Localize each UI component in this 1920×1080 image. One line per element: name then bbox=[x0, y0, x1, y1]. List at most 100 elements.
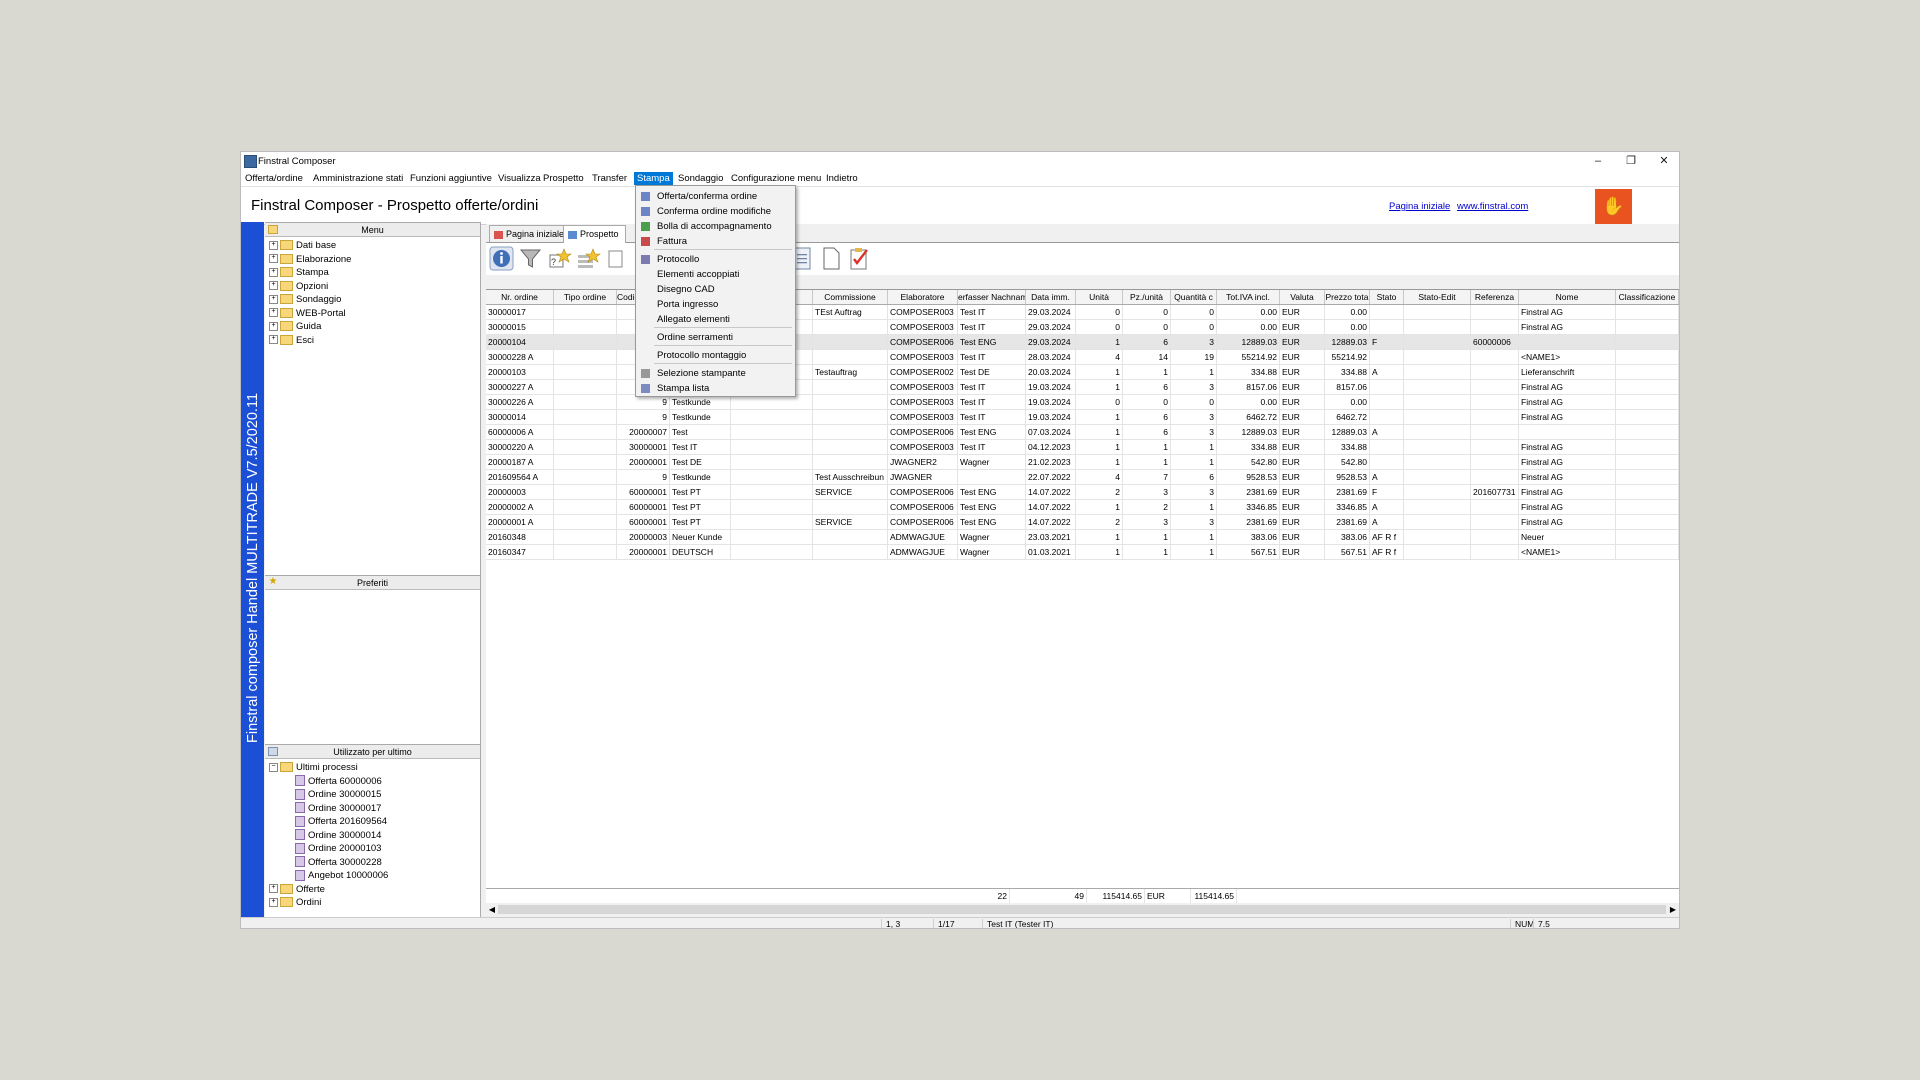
collapse-icon[interactable]: − bbox=[269, 762, 278, 772]
column-header[interactable]: Data imm. bbox=[1026, 290, 1076, 304]
stampa-menu-item[interactable]: Bolla di accompagnamento bbox=[637, 219, 794, 234]
tree-item-opzioni[interactable]: + Opzioni bbox=[269, 280, 351, 294]
blank-page-icon[interactable] bbox=[819, 246, 844, 271]
menu-visualizza[interactable]: Visualizza bbox=[495, 172, 544, 185]
scroll-thumb[interactable] bbox=[498, 905, 1666, 914]
column-header[interactable]: Valuta bbox=[1280, 290, 1325, 304]
table-row[interactable]: 20000002 A 60000001 Test PT COMPOSER006 Test… bbox=[486, 500, 1679, 515]
tree-item-stampa[interactable]: + Stampa bbox=[269, 266, 351, 280]
tab-pagina-iniziale[interactable]: Pagina iniziale bbox=[489, 225, 572, 242]
column-header[interactable]: erfasser Nachnam bbox=[958, 290, 1026, 304]
menu-configurazione-menu[interactable]: Configurazione menu bbox=[728, 172, 824, 185]
table-row[interactable]: 30000220 A 30000001 Test IT COMPOSER003 Test… bbox=[486, 440, 1679, 455]
hand-icon[interactable]: ✋ bbox=[1595, 189, 1632, 224]
tree-item-guida[interactable]: + Guida bbox=[269, 320, 351, 334]
tree-item-ordini[interactable]: + Ordini bbox=[269, 896, 388, 910]
table-row[interactable]: 60000006 A 20000007 Test COMPOSER006 Test EN… bbox=[486, 425, 1679, 440]
recent-item[interactable]: Offerta 30000228 bbox=[269, 856, 388, 870]
menu-transfer[interactable]: Transfer bbox=[589, 172, 630, 185]
stampa-menu-item[interactable]: Offerta/conferma ordine bbox=[637, 189, 794, 204]
stampa-menu-item[interactable]: Conferma ordine modifiche bbox=[637, 204, 794, 219]
restore-button[interactable]: ❐ bbox=[1614, 152, 1648, 171]
stampa-menu-item[interactable]: Fattura bbox=[637, 234, 794, 249]
new-with-help-icon[interactable]: ? bbox=[547, 246, 572, 271]
column-header[interactable]: Referenza bbox=[1471, 290, 1519, 304]
table-row[interactable]: 20000001 A 60000001 Test PT SERVICE COMPOSER… bbox=[486, 515, 1679, 530]
filter-icon[interactable] bbox=[518, 246, 543, 271]
new-list-icon[interactable] bbox=[576, 246, 601, 271]
column-header[interactable]: Elaboratore bbox=[888, 290, 958, 304]
tree-item-sondaggio[interactable]: + Sondaggio bbox=[269, 293, 351, 307]
column-header[interactable]: Stato bbox=[1370, 290, 1404, 304]
expand-icon[interactable]: + bbox=[269, 294, 278, 304]
table-row[interactable]: 30000014 9 Testkunde COMPOSER003 Test IT 19.0… bbox=[486, 410, 1679, 425]
column-header[interactable]: Unità bbox=[1076, 290, 1123, 304]
home-link[interactable]: Pagina iniziale bbox=[1389, 201, 1450, 212]
tree-item-offerte[interactable]: + Offerte bbox=[269, 883, 388, 897]
stampa-menu-item[interactable]: Stampa lista bbox=[637, 381, 794, 396]
expand-icon[interactable]: + bbox=[269, 884, 278, 894]
table-row[interactable]: 30000226 A 9 Testkunde COMPOSER003 Test IT 19… bbox=[486, 395, 1679, 410]
column-header[interactable]: Commissione bbox=[813, 290, 888, 304]
menu-amministrazione-stati[interactable]: Amministrazione stati bbox=[310, 172, 406, 185]
tab-prospetto[interactable]: Prospetto bbox=[563, 225, 626, 243]
recent-item[interactable]: Ordine 30000015 bbox=[269, 788, 388, 802]
stampa-menu-item[interactable]: Protocollo bbox=[637, 252, 794, 267]
stampa-menu-item[interactable]: Porta ingresso bbox=[637, 297, 794, 312]
expand-icon[interactable]: + bbox=[269, 240, 278, 250]
close-button[interactable]: ✕ bbox=[1647, 152, 1679, 171]
minimize-button[interactable]: – bbox=[1581, 152, 1615, 171]
recent-item[interactable]: Offerta 201609564 bbox=[269, 815, 388, 829]
checklist-icon[interactable] bbox=[847, 246, 872, 271]
table-row[interactable]: 201609564 A 9 Testkunde Test Ausschreibun JW… bbox=[486, 470, 1679, 485]
column-header[interactable]: Tipo ordine bbox=[554, 290, 617, 304]
menu-sondaggio[interactable]: Sondaggio bbox=[675, 172, 726, 185]
scroll-right-icon[interactable]: ▶ bbox=[1667, 903, 1679, 916]
info-icon[interactable] bbox=[489, 246, 514, 271]
table-row[interactable]: 20160348 20000003 Neuer Kunde ADMWAGJUE Wagn… bbox=[486, 530, 1679, 545]
menu-indietro[interactable]: Indietro bbox=[823, 172, 861, 185]
menu-prospetto[interactable]: Prospetto bbox=[540, 172, 587, 185]
expand-icon[interactable]: + bbox=[269, 321, 278, 331]
table-row[interactable]: 20000187 A 20000001 Test DE JWAGNER2 Wagner 2… bbox=[486, 455, 1679, 470]
tree-item-ultimi-processi[interactable]: − Ultimi processi bbox=[269, 761, 388, 775]
column-header[interactable]: Classificazione bbox=[1616, 290, 1679, 304]
tree-item-esci[interactable]: + Esci bbox=[269, 334, 351, 348]
expand-icon[interactable]: + bbox=[269, 335, 278, 345]
table-row[interactable]: 20160347 20000001 DEUTSCH ADMWAGJUE Wagner 01… bbox=[486, 545, 1679, 560]
column-header[interactable]: Nr. ordine bbox=[486, 290, 554, 304]
column-header[interactable]: Quantità c bbox=[1171, 290, 1217, 304]
website-link[interactable]: www.finstral.com bbox=[1457, 201, 1528, 212]
tree-item-elaborazione[interactable]: + Elaborazione bbox=[269, 253, 351, 267]
column-header[interactable]: Nome bbox=[1519, 290, 1616, 304]
stampa-menu-item[interactable]: Protocollo montaggio bbox=[637, 348, 794, 363]
horizontal-scrollbar[interactable]: ◀ ▶ bbox=[486, 903, 1679, 916]
stampa-menu-item[interactable]: Disegno CAD bbox=[637, 282, 794, 297]
tree-item-web-portal[interactable]: + WEB-Portal bbox=[269, 307, 351, 321]
menu-stampa[interactable]: Stampa bbox=[634, 172, 673, 185]
stampa-menu-item[interactable]: Ordine serramenti bbox=[637, 330, 794, 345]
column-header[interactable]: Stato-Edit bbox=[1404, 290, 1471, 304]
expand-icon[interactable]: + bbox=[269, 281, 278, 291]
stampa-menu-item[interactable]: Selezione stampante bbox=[637, 366, 794, 381]
expand-icon[interactable]: + bbox=[269, 897, 278, 907]
recent-item[interactable]: Offerta 60000006 bbox=[269, 775, 388, 789]
column-header[interactable]: Pz./unità bbox=[1123, 290, 1171, 304]
tree-item-dati-base[interactable]: + Dati base bbox=[269, 239, 351, 253]
recent-item[interactable]: Ordine 30000014 bbox=[269, 829, 388, 843]
expand-icon[interactable]: + bbox=[269, 308, 278, 318]
stampa-menu-item[interactable]: Elementi accoppiati bbox=[637, 267, 794, 282]
stampa-menu-item[interactable]: Allegato elementi bbox=[637, 312, 794, 327]
table-row[interactable]: 20000003 60000001 Test PT SERVICE COMPOSER00… bbox=[486, 485, 1679, 500]
scroll-left-icon[interactable]: ◀ bbox=[486, 903, 498, 916]
recent-item[interactable]: Angebot 10000006 bbox=[269, 869, 388, 883]
expand-icon[interactable]: + bbox=[269, 267, 278, 277]
copy-icon[interactable] bbox=[605, 246, 630, 271]
recent-item[interactable]: Ordine 30000017 bbox=[269, 802, 388, 816]
column-header[interactable]: Prezzo tota bbox=[1325, 290, 1370, 304]
column-header[interactable]: Tot.IVA incl. bbox=[1217, 290, 1280, 304]
expand-icon[interactable]: + bbox=[269, 254, 278, 264]
recent-item[interactable]: Ordine 20000103 bbox=[269, 842, 388, 856]
menu-offerta-ordine[interactable]: Offerta/ordine bbox=[242, 172, 306, 185]
menu-funzioni-aggiuntive[interactable]: Funzioni aggiuntive bbox=[407, 172, 495, 185]
